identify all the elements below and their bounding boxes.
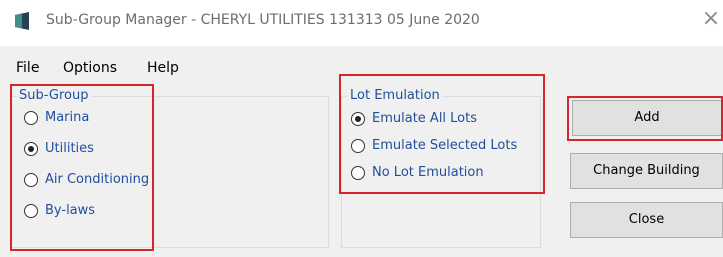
highlight-sub-group (10, 84, 154, 251)
menu-options[interactable]: Options (63, 60, 117, 76)
window-title: Sub-Group Manager - CHERYL UTILITIES 131… (46, 12, 480, 28)
change-building-button[interactable]: Change Building (570, 153, 723, 189)
close-button[interactable]: Close (570, 202, 723, 238)
menu-help[interactable]: Help (147, 60, 179, 76)
close-icon[interactable]: × (700, 7, 722, 31)
title-bar: Sub-Group Manager - CHERYL UTILITIES 131… (0, 0, 723, 46)
menu-bar: File Options Help (0, 54, 330, 78)
sub-group-manager-window: Sub-Group Manager - CHERYL UTILITIES 131… (0, 0, 723, 257)
highlight-lot-emulation (339, 74, 545, 194)
highlight-add-button (567, 96, 723, 141)
menu-file[interactable]: File (16, 60, 39, 76)
app-logo-icon (13, 11, 31, 31)
